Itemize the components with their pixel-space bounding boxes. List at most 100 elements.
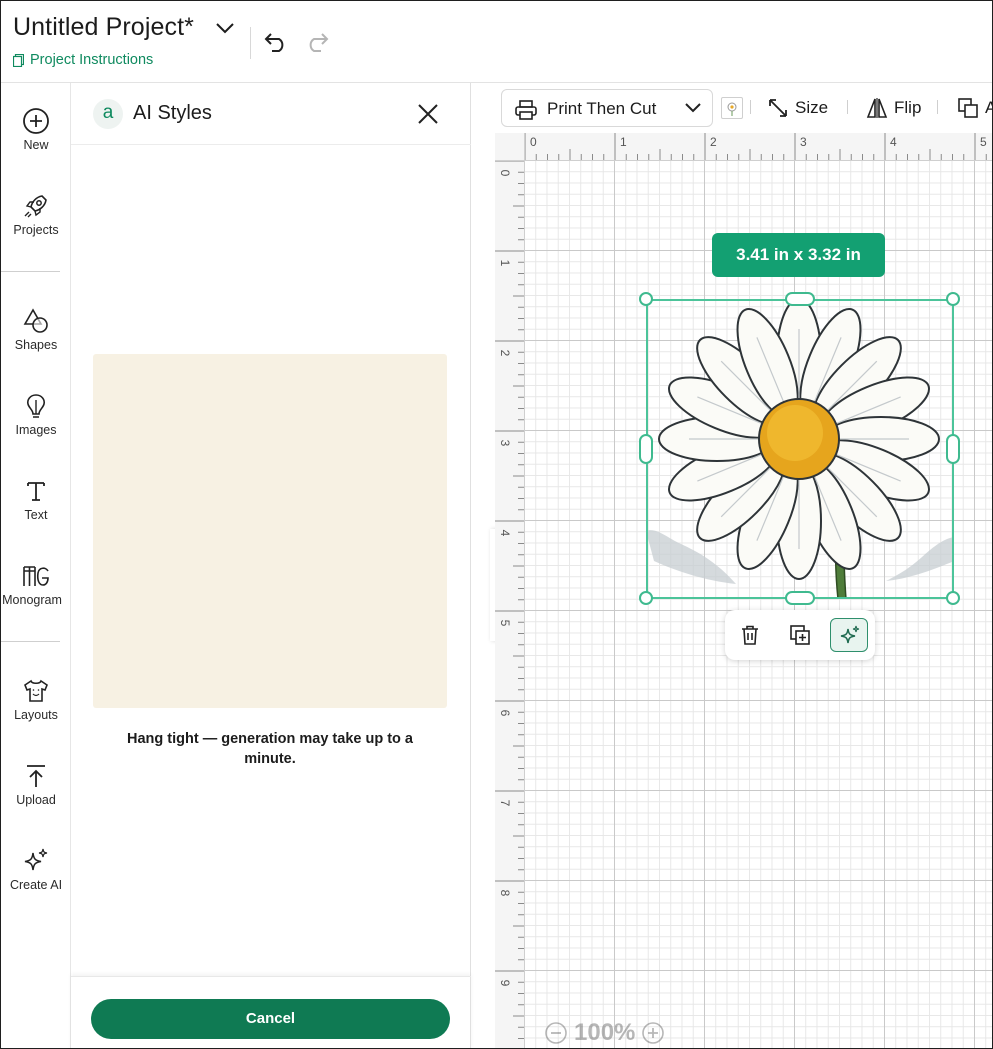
close-icon[interactable] — [415, 101, 441, 127]
ruler-label: 3 — [498, 439, 512, 447]
ruler-label: 8 — [498, 889, 512, 897]
zoom-out-icon[interactable] — [544, 1021, 568, 1045]
ruler-label: 2 — [710, 135, 717, 149]
ruler-label: 4 — [890, 135, 897, 149]
sparkle-icon — [24, 848, 48, 871]
arrange-button[interactable]: A — [957, 97, 992, 119]
arrange-icon — [958, 98, 978, 118]
resize-handle-top[interactable] — [785, 292, 815, 306]
ruler-label: 6 — [498, 709, 512, 717]
ruler-ticks — [495, 161, 524, 1039]
arrange-label: A — [985, 98, 992, 118]
app-window: Untitled Project* Project Instructions N… — [0, 0, 993, 1049]
ai-styles-button[interactable] — [830, 618, 868, 652]
duplicate-button[interactable] — [781, 618, 819, 652]
ruler-label: 0 — [498, 169, 512, 177]
resize-handle-bottom-left[interactable] — [639, 591, 653, 605]
resize-icon — [769, 99, 787, 117]
ruler-label: 1 — [498, 259, 512, 267]
monogram-icon — [23, 566, 49, 586]
toolbar-divider — [937, 100, 938, 114]
resize-handle-right[interactable] — [946, 434, 960, 464]
ruler-corner — [495, 133, 525, 161]
project-title[interactable]: Untitled Project* — [13, 13, 194, 42]
rail-label: Create AI — [9, 878, 63, 892]
resize-handle-top-right[interactable] — [946, 292, 960, 306]
flip-button[interactable]: Flip — [866, 97, 921, 119]
tshirt-icon — [24, 679, 48, 702]
selection-bounding-box[interactable] — [646, 299, 954, 599]
ruler-label: 3 — [800, 135, 807, 149]
sparkle-icon — [840, 625, 860, 644]
lightbulb-icon — [27, 394, 45, 418]
rail-upload-button[interactable]: Upload — [1, 762, 71, 832]
cancel-button[interactable]: Cancel — [91, 999, 450, 1039]
ruler-ticks — [525, 133, 987, 160]
operation-label: Print Then Cut — [547, 99, 657, 118]
rail-divider — [1, 271, 60, 272]
zoom-level: 100% — [574, 1019, 636, 1046]
ruler-label: 5 — [980, 135, 987, 149]
delete-button[interactable] — [731, 618, 769, 652]
shapes-icon — [23, 308, 48, 333]
printer-icon — [515, 100, 537, 120]
resize-handle-bottom-right[interactable] — [946, 591, 960, 605]
rail-label: Upload — [16, 793, 56, 807]
flip-icon — [866, 98, 888, 118]
image-thumbnail-icon[interactable] — [721, 97, 743, 119]
duplicate-icon — [790, 625, 810, 645]
document-icon — [13, 53, 24, 67]
text-icon — [27, 482, 45, 501]
canvas-grid[interactable] — [525, 161, 992, 1048]
rail-label: Shapes — [14, 338, 58, 352]
zoom-in-icon[interactable] — [641, 1021, 665, 1045]
ruler-label: 4 — [498, 529, 512, 537]
ai-styles-logo: a — [93, 99, 123, 129]
resize-handle-top-left[interactable] — [639, 292, 653, 306]
undo-icon[interactable] — [263, 31, 289, 53]
rail-images-button[interactable]: Images — [1, 392, 71, 462]
plus-circle-icon — [23, 108, 49, 134]
generation-preview — [93, 354, 447, 708]
panel-title: AI Styles — [133, 102, 212, 124]
upload-icon — [27, 765, 45, 787]
size-button[interactable]: Size — [767, 97, 828, 119]
panel-header: a AI Styles — [71, 83, 471, 145]
ai-styles-panel: a AI Styles Hang tight — generation may … — [71, 83, 471, 1048]
size-label: Size — [795, 98, 829, 117]
chevron-down-icon — [685, 103, 701, 113]
rail-label: Images — [15, 423, 57, 437]
rail-new-button[interactable]: New — [1, 107, 71, 177]
redo-icon[interactable] — [304, 31, 330, 53]
rail-label: Layouts — [14, 708, 58, 722]
resize-handle-bottom[interactable] — [785, 591, 815, 605]
project-instructions-label: Project Instructions — [30, 52, 154, 68]
rail-monogram-button[interactable]: Monogram — [1, 562, 71, 632]
project-instructions-link[interactable]: Project Instructions — [13, 52, 153, 68]
resize-handle-left[interactable] — [639, 434, 653, 464]
rail-shapes-button[interactable]: Shapes — [1, 307, 71, 377]
rail-label: Monogram — [2, 593, 62, 607]
trash-icon — [742, 625, 758, 645]
rail-layouts-button[interactable]: Layouts — [1, 677, 71, 747]
rail-text-button[interactable]: Text — [1, 477, 71, 547]
rail-projects-button[interactable]: Projects — [1, 192, 71, 262]
rail-label: Projects — [13, 223, 59, 237]
header-divider — [250, 27, 251, 59]
toolbar-divider — [750, 100, 751, 114]
zoom-control: 100% — [544, 1019, 665, 1047]
ruler-label: 0 — [530, 135, 537, 149]
chevron-down-icon[interactable] — [215, 21, 235, 35]
ruler-label: 1 — [620, 135, 627, 149]
ruler-label: 5 — [498, 619, 512, 627]
selection-context-menu — [725, 610, 875, 660]
ruler-label: 7 — [498, 799, 512, 807]
ruler-vertical: 0 1 2 3 4 5 6 7 8 9 — [495, 161, 525, 1048]
operation-select[interactable]: Print Then Cut — [501, 89, 713, 127]
rail-label: Text — [24, 508, 48, 522]
canvas-toolbar: Print Then Cut Size Flip A — [471, 83, 992, 133]
rail-divider — [1, 641, 60, 642]
rocket-icon — [24, 195, 47, 218]
rail-create-ai-button[interactable]: Create AI — [1, 847, 71, 917]
ruler-label: 9 — [498, 979, 512, 987]
